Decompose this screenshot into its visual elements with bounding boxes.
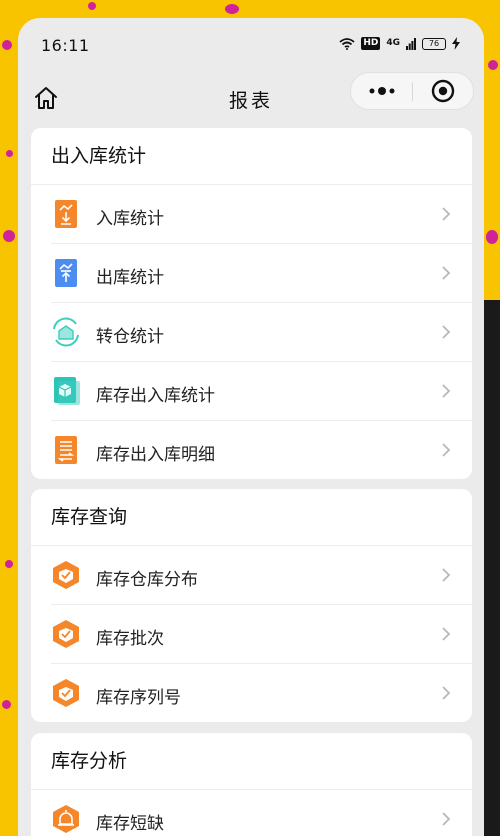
outbound-stats-icon (55, 259, 77, 287)
more-icon (369, 87, 394, 95)
menu-item-label: 库存仓库分布 (96, 570, 198, 590)
navigation-bar: 报表 (18, 72, 484, 128)
warehouse-distribution-icon (53, 561, 79, 589)
inventory-shortage-icon (53, 805, 79, 833)
chevron-right-icon (442, 443, 451, 457)
menu-item-label: 库存批次 (96, 629, 164, 649)
wallpaper-dot (486, 230, 498, 244)
chevron-right-icon (442, 266, 451, 280)
wallpaper-dot (5, 560, 13, 568)
signal-icon (406, 37, 416, 50)
status-time: 16:11 (41, 36, 90, 55)
chevron-right-icon (442, 686, 451, 700)
menu-item-inventory-serial[interactable]: 库存序列号 (51, 664, 472, 722)
chevron-right-icon (442, 207, 451, 221)
menu-item-label: 出库统计 (96, 268, 164, 288)
status-bar: 16:11 HD 4G 76 (18, 18, 484, 72)
battery-level: 76 (428, 39, 440, 48)
wallpaper-dot (2, 700, 11, 709)
menu-item-label: 入库统计 (96, 209, 164, 229)
inventory-query-card: 库存查询 库存仓库分布 库存批次 库存序列号 (31, 489, 472, 722)
inventory-batch-icon (53, 620, 79, 648)
chevron-right-icon (442, 627, 451, 641)
menu-item-label: 库存出入库统计 (96, 386, 215, 406)
wallpaper-dot (488, 60, 498, 70)
inventory-analysis-card: 库存分析 库存短缺 (31, 733, 472, 836)
status-icons: HD 4G 76 (339, 37, 460, 50)
menu-item-inventory-shortage[interactable]: 库存短缺 (51, 790, 472, 836)
menu-item-inventory-inout-detail[interactable]: 库存出入库明细 (51, 421, 472, 479)
target-close-icon (431, 79, 454, 103)
menu-item-warehouse-distribution[interactable]: 库存仓库分布 (51, 546, 472, 605)
close-mini-program-button[interactable] (412, 73, 473, 109)
inventory-inout-stats-icon (54, 377, 80, 405)
section-title: 库存分析 (31, 733, 472, 790)
wallpaper-dot (3, 230, 15, 242)
wallpaper-dot (2, 40, 12, 50)
menu-item-transfer-stats[interactable]: 转仓统计 (51, 303, 472, 362)
menu-item-inbound-stats[interactable]: 入库统计 (51, 185, 472, 244)
menu-item-label: 库存序列号 (96, 688, 181, 708)
inbound-stats-icon (55, 200, 77, 228)
battery-indicator: 76 (422, 37, 446, 50)
hd-badge: HD (361, 37, 381, 50)
capsule-menu (350, 72, 474, 110)
section-title: 出入库统计 (31, 128, 472, 185)
menu-item-outbound-stats[interactable]: 出库统计 (51, 244, 472, 303)
chevron-right-icon (442, 325, 451, 339)
chevron-right-icon (442, 384, 451, 398)
inventory-inout-detail-icon (55, 436, 77, 464)
chevron-right-icon (442, 812, 451, 826)
wallpaper-dot (88, 2, 96, 10)
more-button[interactable] (351, 73, 412, 109)
network-type: 4G (386, 38, 400, 48)
transfer-stats-icon (53, 317, 79, 347)
inventory-serial-icon (53, 679, 79, 707)
wifi-icon (339, 37, 355, 50)
menu-item-inventory-inout-stats[interactable]: 库存出入库统计 (51, 362, 472, 421)
mini-program-screen: 16:11 HD 4G 76 报表 出入库统计 入库统计 出库统计 转仓统计 库… (18, 18, 484, 836)
wallpaper-dot (225, 4, 239, 14)
menu-item-label: 库存出入库明细 (96, 445, 215, 465)
section-title: 库存查询 (31, 489, 472, 546)
inout-stats-card: 出入库统计 入库统计 出库统计 转仓统计 库存出入库统计 库存出入库明细 (31, 128, 472, 479)
menu-item-label: 转仓统计 (96, 327, 164, 347)
chevron-right-icon (442, 568, 451, 582)
charging-icon (452, 37, 460, 50)
wallpaper-dot (6, 150, 13, 157)
menu-item-label: 库存短缺 (96, 814, 164, 834)
menu-item-inventory-batch[interactable]: 库存批次 (51, 605, 472, 664)
